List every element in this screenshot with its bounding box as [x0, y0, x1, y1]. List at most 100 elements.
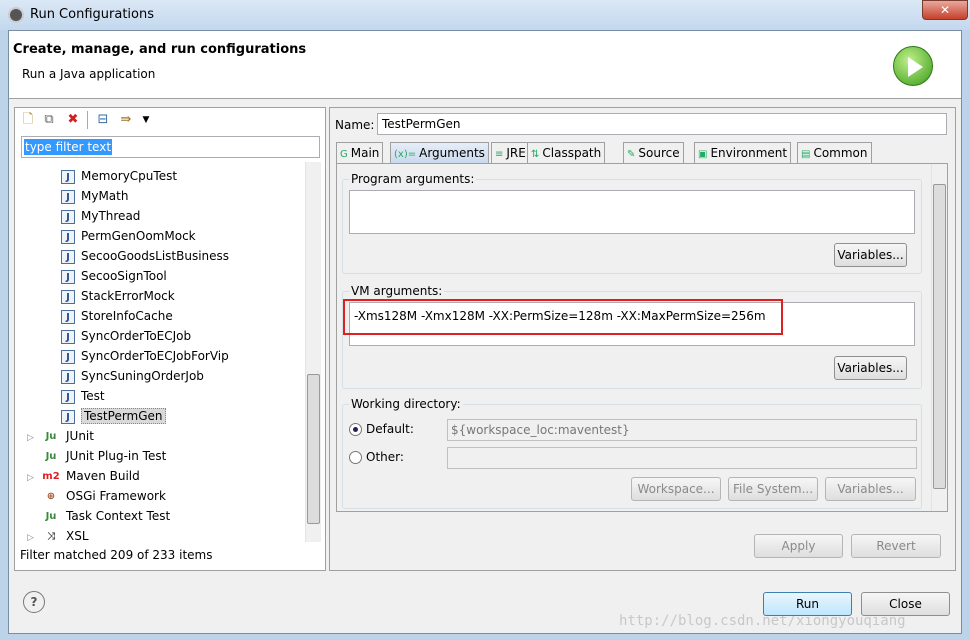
tree-item-label: SecooGoodsListBusiness: [81, 249, 230, 263]
filter-input[interactable]: type filter text: [21, 136, 320, 158]
name-input[interactable]: TestPermGen: [377, 113, 947, 135]
gear-icon: [8, 7, 24, 23]
toolbar-divider: [87, 111, 88, 129]
working-directory-label: Working directory:: [349, 397, 463, 411]
tree-category[interactable]: Ju JUnit Plug-in Test: [27, 446, 167, 466]
highlight-box: [343, 299, 783, 335]
filter-input-text: type filter text: [24, 139, 113, 155]
revert-button[interactable]: Revert: [851, 534, 941, 558]
program-arguments-group: Program arguments: Variables...: [342, 172, 922, 274]
filter-icon[interactable]: ⇛: [117, 111, 135, 129]
tree-category[interactable]: ⊕ OSGi Framework: [27, 486, 166, 506]
program-variables-button[interactable]: Variables...: [834, 243, 907, 267]
scrollbar-thumb[interactable]: [307, 374, 320, 524]
tree-item-label: TestPermGen: [81, 408, 166, 424]
delete-icon[interactable]: ✖: [64, 111, 82, 129]
tree-item[interactable]: J PermGenOomMock: [61, 226, 196, 246]
new-config-icon[interactable]: 🗋: [19, 111, 37, 129]
other-dir-input: [447, 447, 917, 469]
tree-category-label: OSGi Framework: [66, 489, 166, 503]
expand-arrow-icon[interactable]: ▷: [27, 468, 42, 488]
tab-arguments[interactable]: (x)= Arguments: [390, 142, 489, 164]
help-icon[interactable]: ?: [23, 591, 45, 613]
tree-item-label: MyThread: [81, 209, 141, 223]
collapse-all-icon[interactable]: ⊟: [94, 111, 112, 129]
tree-scrollbar[interactable]: [305, 162, 321, 542]
tree-category[interactable]: Ju Task Context Test: [27, 506, 171, 526]
duplicate-icon[interactable]: ⧉: [40, 111, 58, 129]
program-arguments-label: Program arguments:: [349, 172, 477, 186]
tree-item-label: SecooSignTool: [81, 269, 167, 283]
tree-item[interactable]: J MemoryCpuTest: [61, 166, 177, 186]
name-label: Name:: [335, 118, 375, 132]
tree-category-label: Task Context Test: [66, 509, 171, 523]
expand-arrow-icon[interactable]: ▷: [27, 528, 42, 548]
tab-classpath-icon: ⇅: [531, 149, 540, 160]
file-system-button[interactable]: File System...: [728, 477, 818, 501]
vm-variables-button[interactable]: Variables...: [834, 356, 907, 380]
tab-label: Arguments: [419, 146, 485, 160]
args-scrollbar[interactable]: [931, 164, 947, 511]
tree-item[interactable]: J SyncOrderToECJobForVip: [61, 346, 229, 366]
tree-category-label: XSL: [66, 529, 89, 543]
xsl-icon: ⤨: [47, 530, 55, 542]
tree-item[interactable]: J StoreInfoCache: [61, 306, 173, 326]
dir-variables-button[interactable]: Variables...: [825, 477, 916, 501]
tree-item-label: SyncSuningOrderJob: [81, 369, 204, 383]
tree-item[interactable]: J StackErrorMock: [61, 286, 175, 306]
tab-source[interactable]: ✎ Source: [623, 142, 684, 164]
tree-item[interactable]: J MyMath: [61, 186, 128, 206]
tab-environment[interactable]: ▣ Environment: [694, 142, 792, 164]
tree-item-label: StackErrorMock: [81, 289, 175, 303]
tree-item[interactable]: J TestPermGen: [61, 406, 166, 426]
window-close-button[interactable]: ✕: [922, 0, 968, 20]
header-title: Create, manage, and run configurations: [13, 42, 307, 57]
tab-label: Classpath: [542, 146, 602, 160]
tree-item-label: Test: [81, 389, 105, 403]
junit-icon: Ju: [45, 430, 57, 442]
filter-status: Filter matched 209 of 233 items: [20, 548, 213, 562]
vm-arguments-group: VM arguments: -Xms128M -Xmx128M -XX:Perm…: [342, 284, 922, 389]
tab-source-icon: ✎: [627, 149, 636, 160]
osgi-icon: ⊕: [46, 490, 56, 502]
java-class-icon: J: [61, 349, 75, 364]
tab-main-icon: G: [340, 149, 348, 160]
run-icon: [893, 46, 933, 86]
java-class-icon: J: [61, 249, 75, 264]
tab-main[interactable]: G Main: [336, 142, 384, 164]
other-radio[interactable]: [349, 451, 362, 464]
tab-label: Environment: [710, 146, 788, 160]
tree-item[interactable]: J Test: [61, 386, 105, 406]
tree-category-label: JUnit Plug-in Test: [66, 449, 167, 463]
tree-category-label: Maven Build: [66, 469, 140, 483]
header-subtitle: Run a Java application: [22, 67, 156, 81]
run-button[interactable]: Run: [763, 592, 852, 616]
close-button[interactable]: Close: [861, 592, 950, 616]
program-arguments-input[interactable]: [349, 190, 915, 234]
tree-item[interactable]: J SyncSuningOrderJob: [61, 366, 204, 386]
default-radio[interactable]: [349, 423, 362, 436]
scrollbar-thumb[interactable]: [933, 184, 946, 489]
tree-category[interactable]: ▷ Ju JUnit: [27, 426, 94, 446]
tree-item[interactable]: J SyncOrderToECJob: [61, 326, 191, 346]
tab-classpath[interactable]: ⇅ Classpath: [527, 142, 606, 164]
tree-item[interactable]: J SecooSignTool: [61, 266, 167, 286]
apply-button[interactable]: Apply: [754, 534, 843, 558]
tab-environment-icon: ▣: [698, 149, 708, 160]
tab-common[interactable]: ▤ Common: [797, 142, 872, 164]
tree-item[interactable]: J MyThread: [61, 206, 140, 226]
tab-label: Common: [813, 146, 868, 160]
title-bar: Run Configurations ✕: [0, 0, 970, 30]
tree-category[interactable]: ▷ m2 Maven Build: [27, 466, 140, 486]
default-dir-input: ${workspace_loc:maventest}: [447, 419, 917, 441]
tab-jre[interactable]: ≡ JRE: [491, 142, 530, 164]
tree-category[interactable]: ▷ ⤨ XSL: [27, 526, 89, 546]
config-editor: Name: TestPermGen G Main (x)= Arguments ≡ JRE…: [329, 107, 956, 571]
expand-arrow-icon[interactable]: ▷: [27, 428, 42, 448]
default-label: Default:: [366, 422, 414, 436]
tree-item[interactable]: J SecooGoodsListBusiness: [61, 246, 229, 266]
tree-item-label: PermGenOomMock: [81, 229, 196, 243]
workspace-button[interactable]: Workspace...: [631, 477, 721, 501]
java-class-icon: J: [61, 189, 75, 204]
chevron-down-icon[interactable]: ▼: [137, 111, 155, 129]
